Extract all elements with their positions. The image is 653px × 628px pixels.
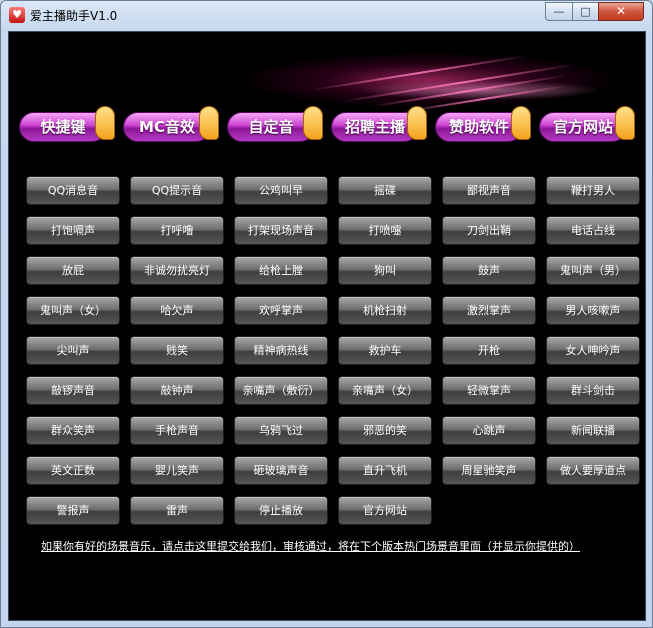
sound-button[interactable]: 狗叫 — [338, 256, 432, 285]
sound-button[interactable]: 鄙视声音 — [442, 176, 536, 205]
sound-button[interactable]: 机枪扫射 — [338, 296, 432, 325]
sound-button[interactable]: 亲嘴声（女） — [338, 376, 432, 405]
tab-badge-icon — [407, 106, 427, 140]
tab-badge-icon — [95, 106, 115, 140]
sound-button[interactable]: 雷声 — [130, 496, 224, 525]
sound-button[interactable]: 欢呼掌声 — [234, 296, 328, 325]
tab-label: 自定音 — [227, 112, 315, 142]
sound-button[interactable]: 群众笑声 — [26, 416, 120, 445]
tab-2[interactable]: 自定音 — [227, 106, 323, 144]
sound-button[interactable]: 开枪 — [442, 336, 536, 365]
app-logo-icon: ♥ — [9, 7, 25, 23]
tab-4[interactable]: 赞助软件 — [435, 106, 531, 144]
sound-button[interactable]: 鬼叫声（男） — [546, 256, 640, 285]
sound-button[interactable]: 停止播放 — [234, 496, 328, 525]
minimize-button[interactable]: — — [545, 2, 573, 21]
title-bar[interactable]: ♥ 爱主播助手V1.0 — □ ✕ — [1, 1, 652, 29]
sound-button[interactable]: 乌鸦飞过 — [234, 416, 328, 445]
tab-badge-icon — [303, 106, 323, 140]
sound-button[interactable]: 警报声 — [26, 496, 120, 525]
tab-0[interactable]: 快捷键 — [19, 106, 115, 144]
submit-sound-link[interactable]: 如果你有好的场景音乐，请点击这里提交给我们，审核通过，将在下个版本热门场景音里面… — [41, 538, 641, 554]
tab-label: 快捷键 — [19, 112, 107, 142]
tab-3[interactable]: 招聘主播 — [331, 106, 427, 144]
sound-button[interactable]: 公鸡叫早 — [234, 176, 328, 205]
tab-1[interactable]: MC音效 — [123, 106, 219, 144]
tab-label: MC音效 — [123, 112, 211, 142]
tab-badge-icon — [615, 106, 635, 140]
tab-badge-icon — [199, 106, 219, 140]
sound-button[interactable]: 直升飞机 — [338, 456, 432, 485]
sound-button[interactable]: 打喷嚏 — [338, 216, 432, 245]
sound-button[interactable]: 摇碟 — [338, 176, 432, 205]
sound-button[interactable]: 尖叫声 — [26, 336, 120, 365]
sound-button[interactable]: 鼓声 — [442, 256, 536, 285]
sound-button[interactable]: 官方网站 — [338, 496, 432, 525]
sound-button[interactable]: 周星驰笑声 — [442, 456, 536, 485]
sound-button[interactable]: 做人要厚道点 — [546, 456, 640, 485]
sound-button[interactable]: 给枪上膛 — [234, 256, 328, 285]
sound-button[interactable]: 女人呻吟声 — [546, 336, 640, 365]
sound-button[interactable]: QQ提示音 — [130, 176, 224, 205]
sound-button[interactable]: 群斗剑击 — [546, 376, 640, 405]
sound-button[interactable]: 邪恶的笑 — [338, 416, 432, 445]
sound-button[interactable]: 哈欠声 — [130, 296, 224, 325]
sound-button[interactable]: 打呼噜 — [130, 216, 224, 245]
sound-button[interactable]: 打架现场声音 — [234, 216, 328, 245]
sound-button[interactable]: 轻微掌声 — [442, 376, 536, 405]
main-panel: 快捷键 MC音效 自定音 招聘主播 赞助软件 官方网站 QQ消息音 QQ提示音 公鸡叫早 摇碟鄙… — [8, 31, 646, 621]
sound-button[interactable]: 非诚勿扰亮灯 — [130, 256, 224, 285]
sound-button[interactable]: 敲锣声音 — [26, 376, 120, 405]
sound-button[interactable]: 救护车 — [338, 336, 432, 365]
sound-button[interactable]: 英文正数 — [26, 456, 120, 485]
close-button[interactable]: ✕ — [598, 2, 644, 21]
sound-button[interactable]: 鞭打男人 — [546, 176, 640, 205]
tab-label: 招聘主播 — [331, 112, 419, 142]
sound-button[interactable]: 心跳声 — [442, 416, 536, 445]
sound-button[interactable]: 敲钟声 — [130, 376, 224, 405]
app-window: ♥ 爱主播助手V1.0 — □ ✕ 快捷键 MC音效 自定音 招聘主播 赞助软件 官方网站… — [0, 0, 653, 628]
sound-button[interactable]: 婴儿笑声 — [130, 456, 224, 485]
sound-button[interactable]: 打饱嗝声 — [26, 216, 120, 245]
sound-button[interactable]: 贱笑 — [130, 336, 224, 365]
sound-button[interactable]: 砸玻璃声音 — [234, 456, 328, 485]
sound-button[interactable]: 新闻联播 — [546, 416, 640, 445]
sound-button[interactable]: 男人咳嗽声 — [546, 296, 640, 325]
sound-button[interactable]: 激烈掌声 — [442, 296, 536, 325]
window-title: 爱主播助手V1.0 — [30, 9, 118, 23]
sound-button[interactable]: 精神病热线 — [234, 336, 328, 365]
tab-label: 赞助软件 — [435, 112, 523, 142]
sound-button[interactable]: 放屁 — [26, 256, 120, 285]
tab-label: 官方网站 — [539, 112, 627, 142]
sound-button[interactable]: 亲嘴声（敷衍） — [234, 376, 328, 405]
sound-button[interactable]: 刀剑出鞘 — [442, 216, 536, 245]
sound-button[interactable]: 手枪声音 — [130, 416, 224, 445]
tab-5[interactable]: 官方网站 — [539, 106, 635, 144]
sound-button[interactable]: QQ消息音 — [26, 176, 120, 205]
sound-button[interactable]: 电话占线 — [546, 216, 640, 245]
sound-button[interactable]: 鬼叫声（女） — [26, 296, 120, 325]
tab-badge-icon — [511, 106, 531, 140]
maximize-button[interactable]: □ — [572, 2, 599, 21]
